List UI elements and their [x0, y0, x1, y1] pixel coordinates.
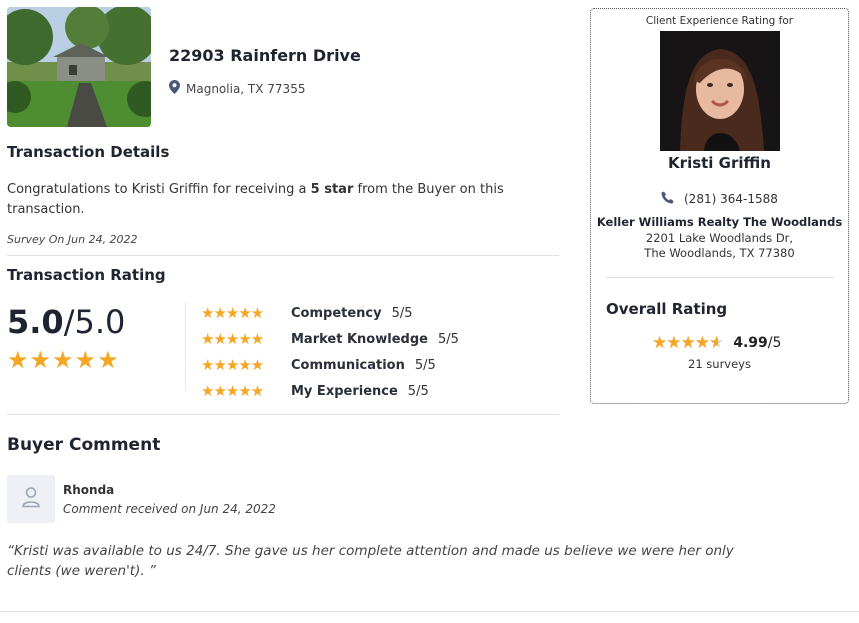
- category-score: 5/5: [437, 331, 459, 347]
- rating-category: ★★★★★ My Experience 5/5: [201, 382, 429, 400]
- divider: [7, 414, 559, 415]
- divider: [7, 255, 559, 256]
- agent-name[interactable]: Kristi Griffin: [590, 154, 849, 172]
- property-address: 22903 Rainfern Drive: [169, 46, 361, 65]
- category-name: Market Knowledge: [291, 331, 428, 347]
- survey-date: Survey On Jun 24, 2022: [7, 233, 138, 246]
- overall-rating: ★★★★★ ★★★★★ 4.99/5: [652, 333, 781, 353]
- overall-stars: ★★★★★ ★★★★★: [652, 333, 724, 353]
- category-stars: ★★★★★: [201, 330, 264, 348]
- card-label: Client Experience Rating for: [645, 15, 794, 27]
- property-city-text: Magnolia, TX 77355: [186, 81, 306, 96]
- agent-address: 2201 Lake Woodlands Dr, The Woodlands, T…: [590, 231, 849, 261]
- phone-icon: [661, 191, 674, 207]
- rating-category: ★★★★★ Market Knowledge 5/5: [201, 330, 459, 348]
- rating-category: ★★★★★ Competency 5/5: [201, 304, 413, 322]
- overall-score-max: /5: [767, 335, 782, 351]
- user-icon: [21, 486, 41, 512]
- agent-phone-number: (281) 364-1588: [684, 192, 778, 206]
- survey-count: 21 surveys: [688, 357, 751, 371]
- category-name: My Experience: [291, 383, 398, 399]
- divider: [0, 611, 859, 612]
- property-photo[interactable]: [7, 7, 151, 127]
- commenter-name: Rhonda: [63, 483, 115, 497]
- star-icon: ★: [74, 346, 98, 374]
- category-name: Communication: [291, 357, 405, 373]
- transaction-score: 5.0/5.0: [7, 303, 125, 341]
- agent-address-line2: The Woodlands, TX 77380: [644, 246, 795, 260]
- comment-text: “Kristi was available to us 24/7. She ga…: [7, 543, 734, 579]
- category-score: 5/5: [414, 357, 436, 373]
- property-city: Magnolia, TX 77355: [169, 80, 305, 97]
- star-icon: ★: [52, 346, 75, 374]
- transaction-score-max: /5.0: [63, 303, 126, 341]
- rating-category: ★★★★★ Communication 5/5: [201, 356, 436, 374]
- agent-company: Keller Williams Realty The Woodlands: [596, 215, 843, 229]
- star-icon: ★: [97, 346, 120, 374]
- transaction-rating-heading: Transaction Rating: [7, 266, 166, 284]
- category-stars: ★★★★★: [201, 304, 264, 322]
- star-icon: ★: [7, 346, 30, 374]
- agent-phone[interactable]: (281) 364-1588: [661, 191, 778, 207]
- category-score: 5/5: [391, 305, 413, 321]
- divider: [185, 302, 186, 390]
- transaction-stars: ★★★★★: [7, 346, 120, 374]
- map-pin-icon: [169, 80, 180, 97]
- star-icon: ★★★★★: [652, 333, 719, 353]
- category-score: 5/5: [407, 383, 429, 399]
- category-name: Competency: [291, 305, 382, 321]
- transaction-details-heading: Transaction Details: [7, 143, 170, 161]
- congrats-prefix: Congratulations to Kristi Griffin for re…: [7, 182, 311, 197]
- category-stars: ★★★★★: [201, 356, 264, 374]
- congrats-text: Congratulations to Kristi Griffin for re…: [7, 180, 547, 220]
- overall-rating-heading: Overall Rating: [606, 300, 728, 318]
- category-stars: ★★★★★: [201, 382, 264, 400]
- comment-date: Comment received on Jun 24, 2022: [63, 502, 276, 516]
- buyer-comment-heading: Buyer Comment: [7, 435, 161, 455]
- overall-score: 4.99/5: [733, 335, 781, 351]
- star-icon: ★: [29, 346, 53, 374]
- agent-photo[interactable]: [660, 31, 780, 151]
- overall-score-value: 4.99: [733, 335, 768, 351]
- divider: [606, 277, 834, 278]
- transaction-score-value: 5.0: [7, 303, 64, 341]
- agent-address-line1: 2201 Lake Woodlands Dr,: [645, 231, 794, 245]
- congrats-star-count: 5 star: [310, 182, 354, 197]
- avatar: [7, 475, 55, 523]
